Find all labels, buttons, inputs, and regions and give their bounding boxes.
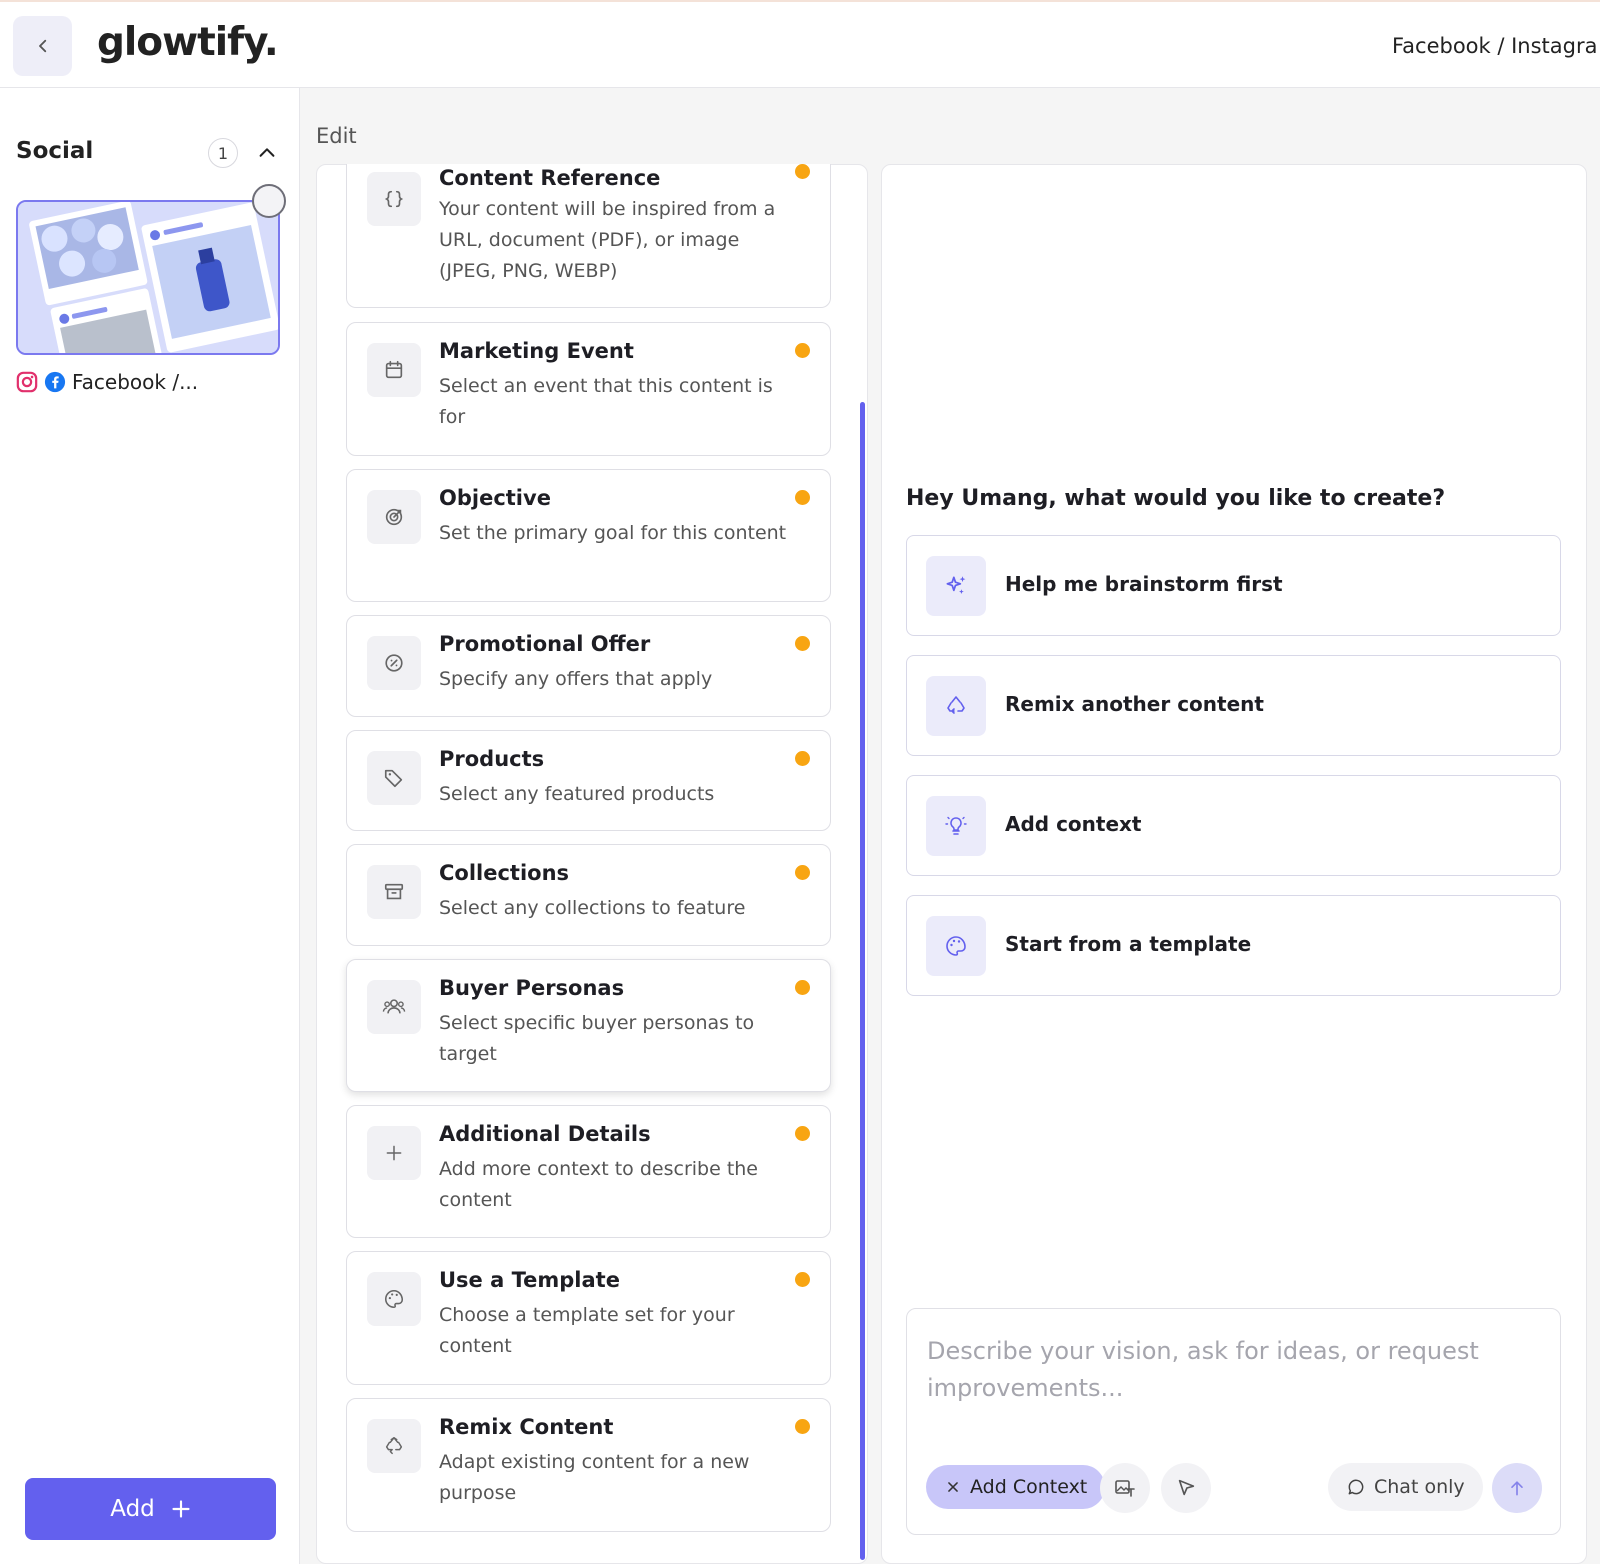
option-label: Add context xyxy=(1005,812,1142,836)
card-use-a-template[interactable]: Use a Template Choose a template set for… xyxy=(346,1251,831,1385)
collapse-button[interactable] xyxy=(252,138,282,168)
card-title: Objective xyxy=(439,486,551,510)
status-dot xyxy=(795,164,810,179)
recycle-icon xyxy=(367,1419,421,1473)
option-label: Help me brainstorm first xyxy=(1005,572,1283,596)
card-title: Products xyxy=(439,747,545,771)
status-dot xyxy=(795,343,810,358)
percent-badge-icon xyxy=(367,636,421,690)
recycle-icon xyxy=(926,676,986,736)
sidebar: Social 1 Facebook /... Add xyxy=(0,88,300,1564)
chat-only-label: Chat only xyxy=(1374,1476,1465,1498)
greeting-heading: Hey Umang, what would you like to create… xyxy=(906,486,1446,511)
card-objective[interactable]: Objective Set the primary goal for this … xyxy=(346,469,831,602)
card-collections[interactable]: Collections Select any collections to fe… xyxy=(346,844,831,946)
thumbnail-caption: Facebook /... xyxy=(16,370,198,394)
card-title: Marketing Event xyxy=(439,339,634,363)
count-badge: 1 xyxy=(208,138,238,168)
sparkles-icon xyxy=(926,556,986,616)
option-brainstorm[interactable]: Help me brainstorm first xyxy=(906,535,1561,636)
status-dot xyxy=(795,865,810,880)
card-description: Select specific buyer personas to target xyxy=(439,1012,755,1065)
facebook-icon xyxy=(44,371,66,393)
status-dot xyxy=(795,1272,810,1287)
chevron-left-icon xyxy=(38,39,46,53)
card-description: Select any featured products xyxy=(439,783,715,805)
target-icon xyxy=(367,490,421,544)
card-description: Set the primary goal for this content xyxy=(439,522,787,544)
option-remix[interactable]: Remix another content xyxy=(906,655,1561,756)
card-products[interactable]: Products Select any featured products xyxy=(346,730,831,831)
archive-icon xyxy=(367,865,421,919)
plus-icon xyxy=(172,1500,190,1518)
thumbnail-label: Facebook /... xyxy=(72,370,199,394)
app-logo: glowtify. xyxy=(97,20,279,65)
palette-icon xyxy=(926,916,986,976)
arrow-up-icon xyxy=(1511,1481,1523,1496)
send-button[interactable] xyxy=(1492,1463,1542,1513)
edit-label: Edit xyxy=(316,124,357,148)
card-additional-details[interactable]: Additional Details Add more context to d… xyxy=(346,1105,831,1238)
option-template[interactable]: Start from a template xyxy=(906,895,1561,996)
cursor-icon xyxy=(1178,1479,1195,1496)
channel-title: Facebook / Instagra xyxy=(1392,34,1598,58)
palette-icon xyxy=(367,1272,421,1326)
pointer-button[interactable] xyxy=(1161,1463,1211,1513)
card-description: Choose a template set for your content xyxy=(439,1304,735,1357)
add-button-label: Add xyxy=(110,1496,155,1522)
card-marketing-event[interactable]: Marketing Event Select an event that thi… xyxy=(346,322,831,456)
plus-icon xyxy=(367,1126,421,1180)
option-add-context[interactable]: Add context xyxy=(906,775,1561,876)
social-post-preview-image xyxy=(18,202,278,353)
users-icon xyxy=(367,980,421,1034)
chat-bubble-icon xyxy=(1348,1479,1364,1495)
card-title: Promotional Offer xyxy=(439,632,651,656)
card-content-reference[interactable]: Content Reference Your content will be i… xyxy=(346,164,831,308)
add-button[interactable]: Add xyxy=(25,1478,276,1540)
card-buyer-personas[interactable]: Buyer Personas Select specific buyer per… xyxy=(346,959,831,1092)
card-description: Select an event that this content is for xyxy=(439,375,773,428)
section-title: Social xyxy=(16,138,94,164)
card-title: Collections xyxy=(439,861,570,885)
card-remix-content[interactable]: Remix Content Adapt existing content for… xyxy=(346,1398,831,1532)
card-description: Specify any offers that apply xyxy=(439,668,713,690)
close-icon xyxy=(948,1482,958,1492)
status-dot xyxy=(795,980,810,995)
calendar-icon xyxy=(367,343,421,397)
chat-input[interactable] xyxy=(927,1333,1537,1433)
status-dot xyxy=(795,490,810,505)
card-title: Use a Template xyxy=(439,1268,620,1292)
status-dot xyxy=(795,1419,810,1434)
scrollbar-thumb[interactable] xyxy=(860,402,865,1560)
card-title: Remix Content xyxy=(439,1415,614,1439)
image-text-icon xyxy=(1115,1480,1135,1497)
card-description: Select any collections to feature xyxy=(439,897,746,919)
chevron-up-icon xyxy=(259,148,275,157)
select-checkbox[interactable] xyxy=(252,184,286,218)
add-context-chip[interactable]: Add Context xyxy=(926,1465,1106,1509)
status-dot xyxy=(795,636,810,651)
instagram-icon xyxy=(16,371,38,393)
card-promotional-offer[interactable]: Promotional Offer Specify any offers tha… xyxy=(346,615,831,717)
status-dot xyxy=(795,1126,810,1141)
add-context-label: Add Context xyxy=(970,1476,1088,1498)
card-description: Your content will be inspired from a URL… xyxy=(439,198,776,282)
option-label: Remix another content xyxy=(1005,692,1264,716)
content-thumbnail[interactable] xyxy=(16,200,280,355)
chat-composer: Add Context Chat only xyxy=(906,1308,1561,1535)
lightbulb-icon xyxy=(926,796,986,856)
image-text-button[interactable] xyxy=(1100,1463,1150,1513)
card-title: Content Reference xyxy=(439,166,661,190)
braces-icon xyxy=(367,172,421,226)
back-button[interactable] xyxy=(13,16,72,76)
card-title: Buyer Personas xyxy=(439,976,625,1000)
top-bar: glowtify. Facebook / Instagra xyxy=(0,0,1600,88)
tag-icon xyxy=(367,751,421,805)
card-description: Add more context to describe the content xyxy=(439,1158,759,1211)
option-label: Start from a template xyxy=(1005,932,1252,956)
chat-only-toggle[interactable]: Chat only xyxy=(1328,1463,1483,1511)
card-description: Adapt existing content for a new purpose xyxy=(439,1451,750,1504)
status-dot xyxy=(795,751,810,766)
card-title: Additional Details xyxy=(439,1122,651,1146)
